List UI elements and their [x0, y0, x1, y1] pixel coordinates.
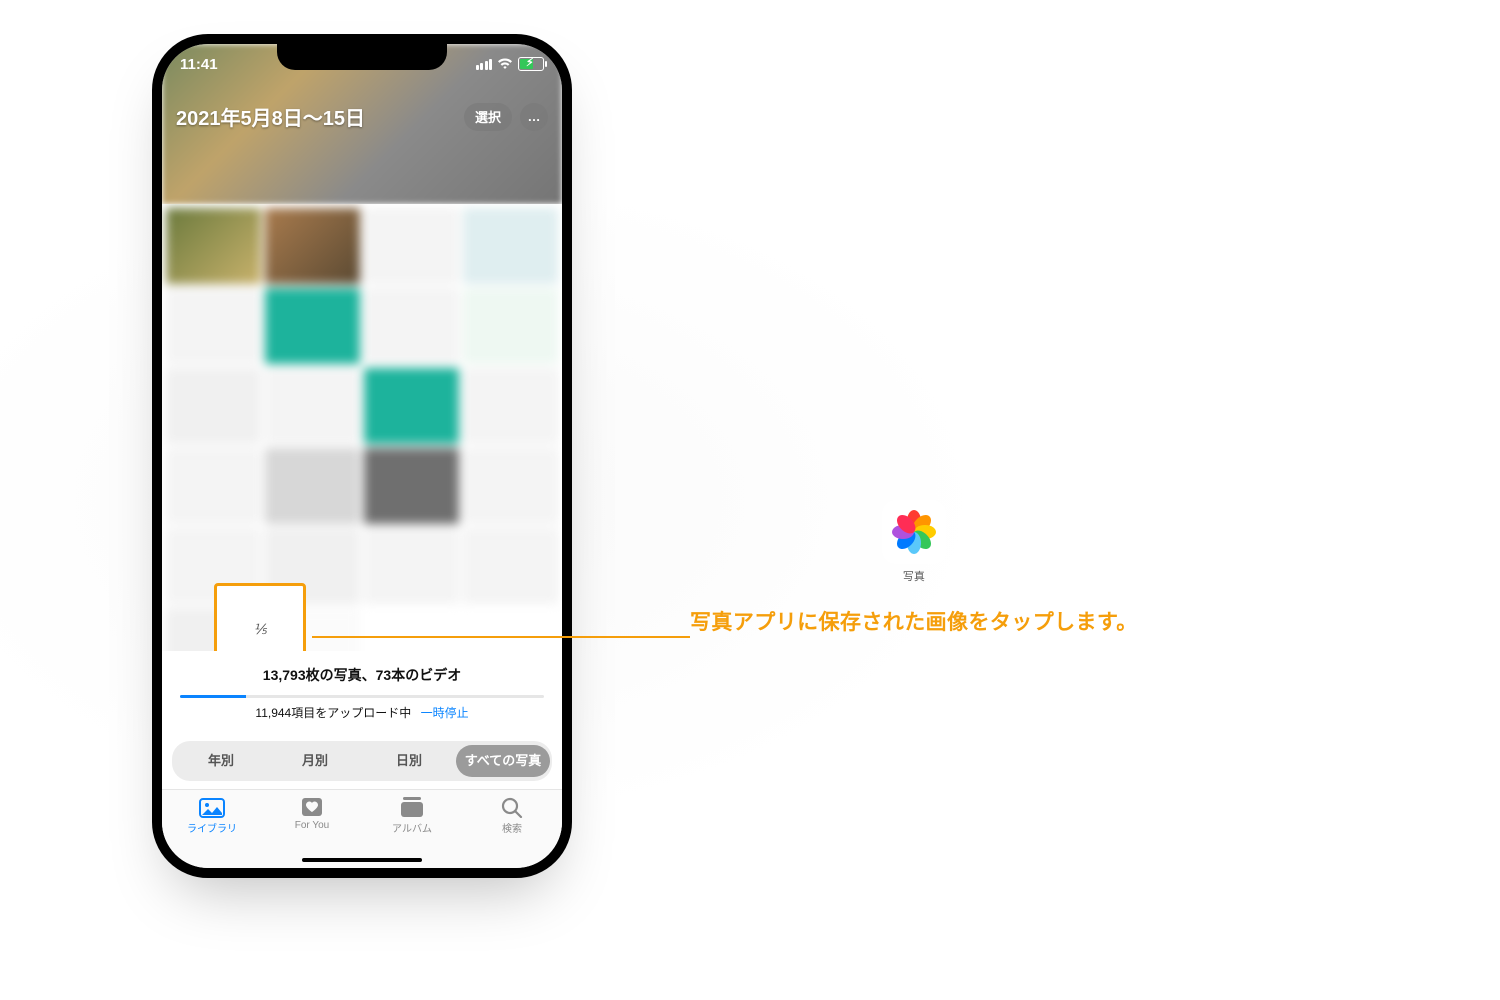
- library-icon: [199, 796, 225, 818]
- select-button[interactable]: 選択: [464, 103, 512, 131]
- screen: 11:41 ⚡︎ 2021年5月8日〜15日 選択 …: [162, 44, 562, 868]
- photos-app-label: 写真: [690, 568, 1138, 584]
- more-button[interactable]: …: [520, 103, 548, 131]
- seg-month[interactable]: 月別: [268, 745, 362, 777]
- for-you-icon: [299, 796, 325, 818]
- page-title: 2021年5月8日〜15日: [176, 102, 365, 131]
- albums-icon: [399, 796, 425, 818]
- tab-for-you[interactable]: For You: [262, 796, 362, 831]
- status-bar: 11:41 ⚡︎: [162, 44, 562, 84]
- tab-albums[interactable]: アルバム: [362, 796, 462, 835]
- title-bar: 2021年5月8日〜15日 選択 …: [162, 102, 562, 131]
- highlighted-photo[interactable]: ⅕: [214, 583, 306, 651]
- wifi-icon: [497, 58, 513, 70]
- thumb-label: ⅕: [253, 621, 267, 638]
- callout: 写真 写真アプリに保存された画像をタップします。: [690, 500, 1138, 636]
- tab-albums-label: アルバム: [392, 820, 432, 835]
- library-summary: 13,793枚の写真、73本のビデオ: [162, 651, 562, 687]
- home-indicator[interactable]: [302, 858, 422, 862]
- search-icon: [499, 796, 525, 818]
- tab-library-label: ライブラリ: [187, 820, 237, 835]
- status-right: ⚡︎: [476, 57, 545, 71]
- view-segmented-control: 年別 月別 日別 すべての写真: [172, 741, 552, 781]
- tab-search-label: 検索: [502, 820, 522, 835]
- upload-progress: [180, 695, 544, 698]
- upload-status-row: 11,944項目をアップロード中 一時停止: [162, 704, 562, 721]
- status-time: 11:41: [180, 56, 218, 73]
- pause-upload-link[interactable]: 一時停止: [421, 706, 469, 720]
- photo-grid[interactable]: ⅕: [162, 204, 562, 651]
- tab-for-you-label: For You: [295, 820, 329, 831]
- callout-line: [312, 636, 690, 638]
- seg-year[interactable]: 年別: [174, 745, 268, 777]
- cellular-icon: [476, 59, 493, 70]
- seg-day[interactable]: 日別: [362, 745, 456, 777]
- upload-status: 11,944項目をアップロード中: [255, 706, 411, 720]
- seg-all[interactable]: すべての写真: [456, 745, 550, 777]
- battery-icon: ⚡︎: [518, 57, 544, 71]
- tab-bar: ライブラリ For You アルバム: [162, 789, 562, 868]
- phone-frame: 11:41 ⚡︎ 2021年5月8日〜15日 選択 …: [152, 34, 572, 878]
- tab-search[interactable]: 検索: [462, 796, 562, 835]
- canvas: 11:41 ⚡︎ 2021年5月8日〜15日 選択 …: [0, 0, 1500, 1000]
- photos-app-icon: [882, 500, 946, 564]
- callout-text: 写真アプリに保存された画像をタップします。: [690, 606, 1138, 636]
- tab-library[interactable]: ライブラリ: [162, 796, 262, 835]
